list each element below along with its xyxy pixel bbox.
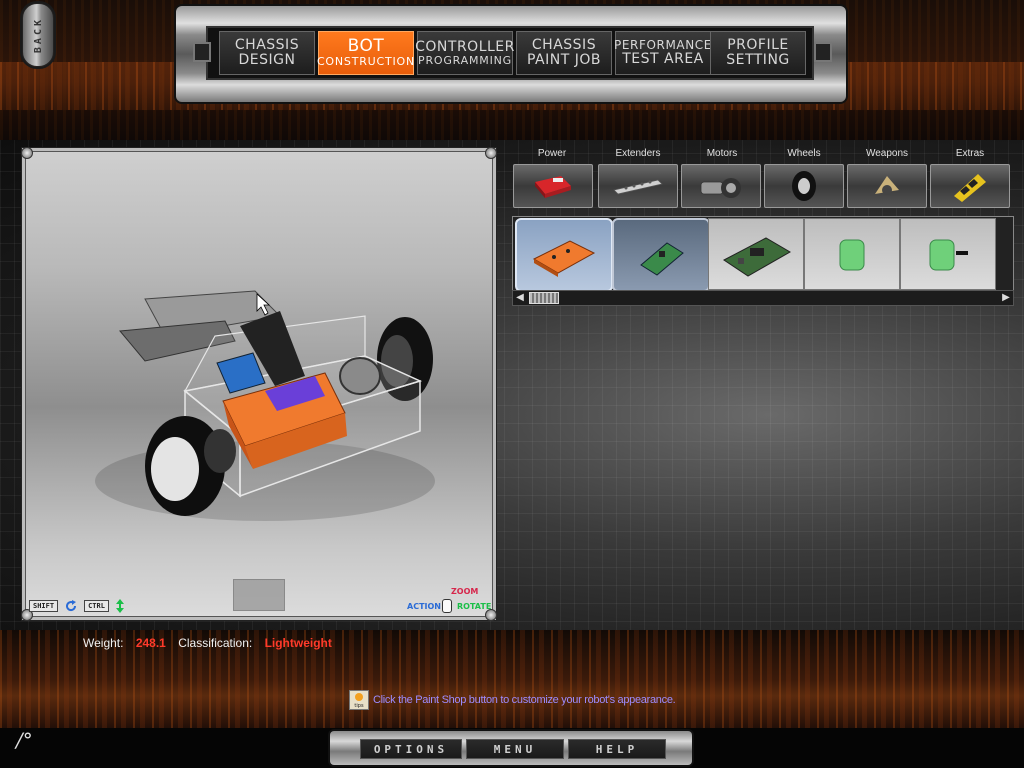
category-motors-button[interactable]	[681, 164, 761, 208]
classification-label: Classification:	[178, 636, 253, 650]
shift-key: SHIFT	[29, 600, 59, 612]
category-label-extenders: Extenders	[615, 148, 661, 159]
back-button[interactable]: BACK	[22, 3, 54, 67]
tab-controller-programming[interactable]: CONTROLLER PROGRAMMING	[415, 31, 515, 75]
mouse-icon	[442, 599, 452, 613]
category-wheels-button[interactable]	[764, 164, 844, 208]
tab-label-line1: CHASSIS	[234, 37, 300, 54]
large-circuit-board-icon	[723, 237, 791, 277]
weapon-blade-icon	[875, 176, 899, 195]
green-receiver-icon	[839, 239, 865, 271]
category-label-power: Power	[537, 148, 567, 159]
motor-icon	[700, 178, 741, 198]
tab-profile-setting[interactable]: PROFILE SETTING	[710, 31, 806, 75]
ctrl-key: CTRL	[84, 600, 109, 612]
scroll-thumb[interactable]	[529, 292, 559, 304]
category-extras-button[interactable]	[930, 164, 1010, 208]
tip-bar: tips Click the Paint Shop button to cust…	[349, 690, 676, 710]
tab-label-line1: BOT	[347, 36, 385, 57]
tab-label-line2: SETTING	[726, 52, 790, 68]
parts-scrollbar[interactable]: ◀ ▶	[512, 290, 1014, 306]
scroll-right-icon[interactable]: ▶	[1000, 292, 1012, 304]
tab-label-line1: CONTROLLER	[415, 38, 515, 55]
tab-label-line1: PROFILE	[727, 37, 789, 54]
battery-icon	[535, 176, 571, 198]
back-button-label: BACK	[32, 16, 44, 54]
zoom-label: ZOOM	[451, 587, 479, 596]
category-weapons-button[interactable]	[847, 164, 927, 208]
scroll-left-icon[interactable]: ◀	[514, 292, 526, 304]
tip-lightbulb-icon: tips	[349, 690, 369, 710]
part-tile[interactable]	[804, 218, 900, 290]
tab-label-line2: CONSTRUCTION	[316, 55, 416, 69]
nav-right-cap	[814, 42, 832, 62]
part-tile[interactable]	[612, 218, 710, 291]
green-circuit-board-icon	[640, 242, 684, 276]
category-label-wheels: Wheels	[787, 148, 821, 159]
robot-3d-viewport[interactable]: SHIFT CTRL ZOOM ACTION ROTATE	[21, 147, 497, 621]
tab-label-line2: DESIGN	[238, 52, 296, 68]
mouse-controls-legend: ZOOM ACTION ROTATE	[407, 587, 491, 613]
nav-left-cap	[193, 42, 211, 62]
view-controls-legend: SHIFT CTRL	[29, 599, 125, 613]
category-extenders-button[interactable]	[598, 164, 678, 208]
weight-value: 248.1	[135, 636, 166, 650]
orange-controller-board-icon	[532, 240, 596, 277]
part-tile[interactable]	[515, 218, 613, 291]
extras-hazard-icon	[954, 174, 986, 202]
green-receiver-antenna-icon	[929, 239, 968, 271]
category-label-extras: Extras	[955, 148, 985, 159]
parts-carousel[interactable]	[512, 216, 1014, 292]
part-tile[interactable]	[900, 218, 996, 290]
tab-label-line2: PAINT JOB	[527, 52, 601, 68]
selected-part-preview	[233, 579, 285, 611]
category-label-motors: Motors	[706, 148, 738, 159]
help-button[interactable]: HELP	[568, 739, 666, 759]
tab-chassis-design[interactable]: CHASSIS DESIGN	[219, 31, 315, 75]
action-label: ACTION	[407, 602, 441, 611]
tab-chassis-paint-job[interactable]: CHASSIS PAINT JOB	[516, 31, 612, 75]
classification-value: Lightweight	[264, 636, 332, 650]
tip-icon-label: tips	[354, 703, 364, 709]
options-button[interactable]: OPTIONS	[360, 739, 462, 759]
tab-label-line2: TEST AREA	[622, 50, 704, 67]
tab-label-line1: CHASSIS	[531, 37, 597, 54]
game-logo: /°	[16, 728, 33, 752]
part-tile[interactable]	[708, 218, 804, 290]
category-power-button[interactable]	[513, 164, 593, 208]
robot-stats: Weight: 248.1 Classification: Lightweigh…	[83, 636, 341, 650]
tab-performance-test-area[interactable]: PERFORMANCE TEST AREA	[614, 31, 711, 75]
wheel-icon	[792, 171, 816, 201]
robot-model[interactable]	[25, 151, 493, 617]
tab-label-line2: PROGRAMMING	[418, 53, 512, 67]
menu-button[interactable]: MENU	[466, 739, 564, 759]
weight-label: Weight:	[83, 636, 124, 650]
tab-bot-construction[interactable]: BOT CONSTRUCTION	[316, 31, 416, 75]
rotate-label: ROTATE	[457, 602, 492, 611]
extender-bar-icon	[613, 179, 663, 195]
rotate-view-icon	[66, 600, 77, 612]
category-label-weapons: Weapons	[865, 148, 909, 159]
pan-vertical-icon	[115, 599, 124, 613]
tip-text: Click the Paint Shop button to customize…	[373, 694, 676, 706]
